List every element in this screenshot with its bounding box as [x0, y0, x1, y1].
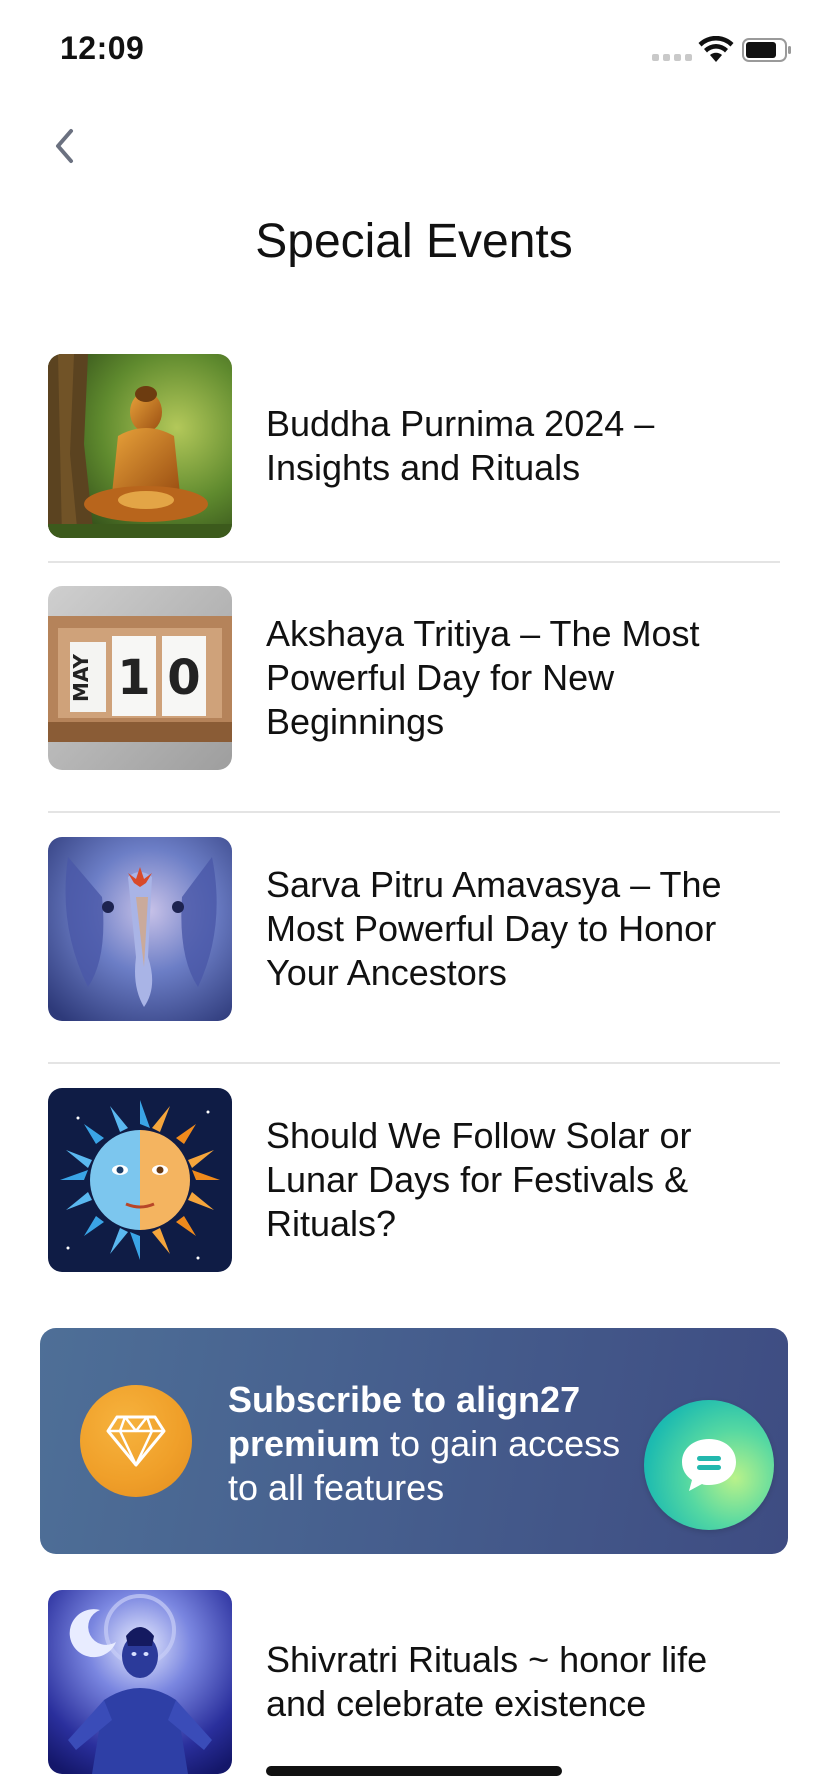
svg-text:MAY: MAY	[69, 654, 93, 702]
premium-text: Subscribe to align27 premium to gain acc…	[228, 1378, 648, 1510]
event-item-solar-or-lunar[interactable]: Should We Follow Solar or Lunar Days for…	[48, 1088, 780, 1272]
event-item-sarva-pitru-amavasya[interactable]: Sarva Pitru Amavasya – The Most Powerful…	[48, 837, 780, 1021]
home-indicator	[266, 1766, 562, 1776]
special-events-screen: 12:09 Special Events Buddha Purnima 2024…	[0, 0, 828, 1792]
event-title: Should We Follow Solar or Lunar Days for…	[266, 1115, 692, 1244]
chat-bubble-icon	[682, 1439, 736, 1491]
svg-text:0: 0	[167, 650, 200, 706]
list-divider	[48, 1062, 780, 1064]
back-button[interactable]	[44, 122, 84, 170]
chat-button[interactable]	[644, 1400, 774, 1530]
status-time: 12:09	[60, 30, 145, 66]
shiva-image	[48, 1590, 232, 1774]
event-title: Buddha Purnima 2024 – Insights and Ritua…	[266, 403, 655, 488]
page-title: Special Events	[255, 215, 573, 268]
wifi-icon	[698, 36, 734, 62]
event-title: Shivratri Rituals ~ honor life and celeb…	[266, 1639, 708, 1724]
diamond-icon	[106, 1415, 166, 1467]
ganesha-image	[48, 837, 232, 1021]
event-title: Akshaya Tritiya – The Most Powerful Day …	[266, 613, 700, 742]
buddha-image	[48, 354, 232, 538]
chevron-left-icon	[56, 129, 73, 163]
list-divider	[48, 811, 780, 813]
signal-icon	[652, 54, 692, 61]
event-item-akshaya-tritiya[interactable]: MAY 1 0 Akshaya Tritiya – The Most Power…	[48, 586, 780, 770]
sun-moon-image	[48, 1088, 232, 1272]
battery-icon	[742, 38, 791, 62]
event-item-buddha-purnima[interactable]: Buddha Purnima 2024 – Insights and Ritua…	[48, 354, 780, 538]
list-divider	[48, 561, 780, 563]
status-bar: 12:09	[0, 0, 828, 100]
premium-badge	[80, 1385, 192, 1497]
event-item-shivratri[interactable]: Shivratri Rituals ~ honor life and celeb…	[48, 1590, 780, 1774]
event-title: Sarva Pitru Amavasya – The Most Powerful…	[266, 864, 722, 993]
calendar-may-10-image: MAY 1 0	[48, 586, 232, 770]
svg-text:1: 1	[117, 650, 150, 706]
